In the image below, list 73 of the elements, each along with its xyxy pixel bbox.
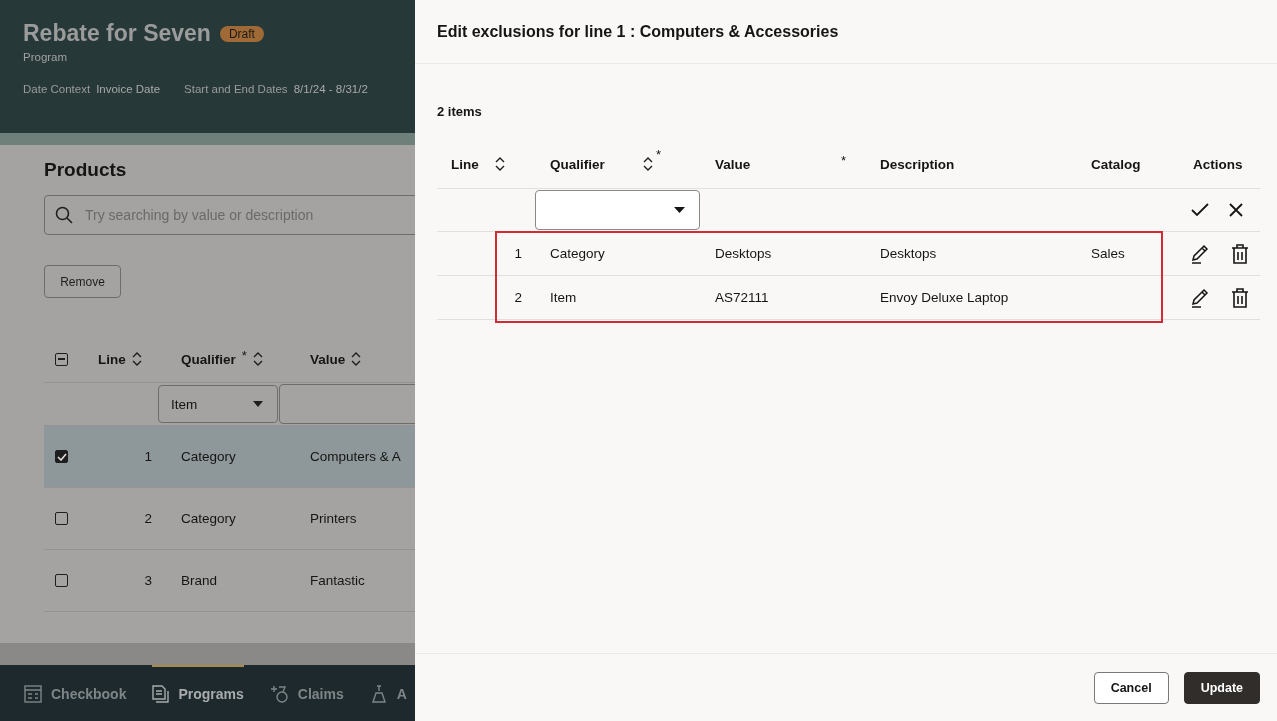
nav-tab[interactable]: Programs [152, 665, 244, 721]
sort-icon[interactable] [494, 157, 505, 171]
table-cell: Category [181, 511, 236, 526]
table-cell: Category [181, 449, 236, 464]
pencil-icon[interactable] [1191, 243, 1211, 264]
required-mark: * [241, 347, 247, 363]
trash-icon[interactable] [1231, 243, 1249, 264]
claims-icon [269, 684, 289, 704]
sort-icon[interactable] [642, 157, 653, 171]
cancel-button[interactable]: Cancel [1093, 671, 1169, 704]
line-number: 2 [144, 511, 152, 526]
item-count: 2 items [437, 104, 482, 119]
caret-icon [252, 401, 263, 407]
column-header[interactable]: Qualifier [181, 351, 236, 367]
line-number: 1 [514, 246, 522, 261]
meta-label: Start and End Dates [184, 83, 288, 95]
select-all-checkbox[interactable] [55, 352, 68, 366]
column-header: Qualifier [550, 156, 605, 172]
caret-icon [674, 207, 685, 213]
search-field[interactable]: Try searching by value or description [44, 195, 415, 235]
nav-tab[interactable]: A [369, 665, 407, 721]
drawer-title: Edit exclusions for line 1 : Computers & Accessories [437, 22, 839, 41]
meta-value: Invoice Date [96, 83, 161, 95]
table-cell: Category [550, 246, 605, 261]
document-icon [152, 685, 170, 703]
qualifier-filter-dropdown[interactable]: Item [157, 385, 278, 423]
sort-icon[interactable] [252, 352, 263, 366]
meta-label: Date Context [23, 83, 91, 95]
qualifier-dropdown[interactable] [535, 190, 700, 230]
status-badge: Draft [219, 25, 264, 42]
column-header: Actions [1193, 156, 1243, 172]
meta-value: 8/1/24 - 8/31/2 [293, 83, 368, 95]
column-header[interactable]: Value [310, 351, 346, 367]
table-cell: Envoy Deluxe Laptop [880, 290, 1009, 305]
search-icon [55, 206, 73, 224]
line-number: 3 [144, 573, 152, 588]
table-cell: Item [550, 290, 577, 305]
column-header: Value [715, 156, 751, 172]
required-mark: * [840, 152, 846, 168]
program-subtitle: Program [23, 51, 69, 63]
column-header: Catalog [1091, 156, 1141, 172]
table-cell: AS72111 [715, 290, 769, 305]
nav-tab[interactable]: Claims [269, 665, 344, 721]
column-header[interactable]: Line [98, 351, 126, 367]
line-number: 2 [514, 290, 522, 305]
check-icon[interactable] [1191, 203, 1209, 217]
trash-icon[interactable] [1231, 287, 1249, 308]
row-checkbox[interactable] [55, 512, 68, 525]
sort-icon[interactable] [131, 352, 142, 366]
sort-icon[interactable] [351, 352, 362, 366]
row-checkbox[interactable] [55, 450, 68, 463]
flask-icon [369, 685, 388, 703]
table-cell: Fantastic [310, 573, 365, 588]
table-cell: Desktops [715, 246, 772, 261]
nav-tab[interactable]: Checkbook [24, 665, 127, 721]
table-cell: Printers [310, 511, 357, 526]
row-checkbox[interactable] [55, 574, 68, 587]
column-header: Description [880, 156, 955, 172]
table-cell: Desktops [880, 246, 937, 261]
program-title: Rebate for Seven [23, 20, 211, 47]
close-icon[interactable] [1229, 203, 1243, 217]
ledger-icon [24, 685, 42, 703]
table-cell: Computers & A [310, 449, 401, 464]
table-cell: Sales [1091, 246, 1125, 261]
table-cell: Brand [181, 573, 218, 588]
column-header: Line [451, 156, 479, 172]
update-button[interactable]: Update [1183, 671, 1260, 704]
remove-button[interactable]: Remove [44, 265, 121, 298]
product-row[interactable]: 1 Category Computers & A [44, 426, 415, 488]
section-title: Products [44, 159, 128, 181]
line-number: 1 [144, 449, 152, 464]
pencil-icon[interactable] [1191, 287, 1211, 308]
required-mark: * [655, 147, 661, 162]
